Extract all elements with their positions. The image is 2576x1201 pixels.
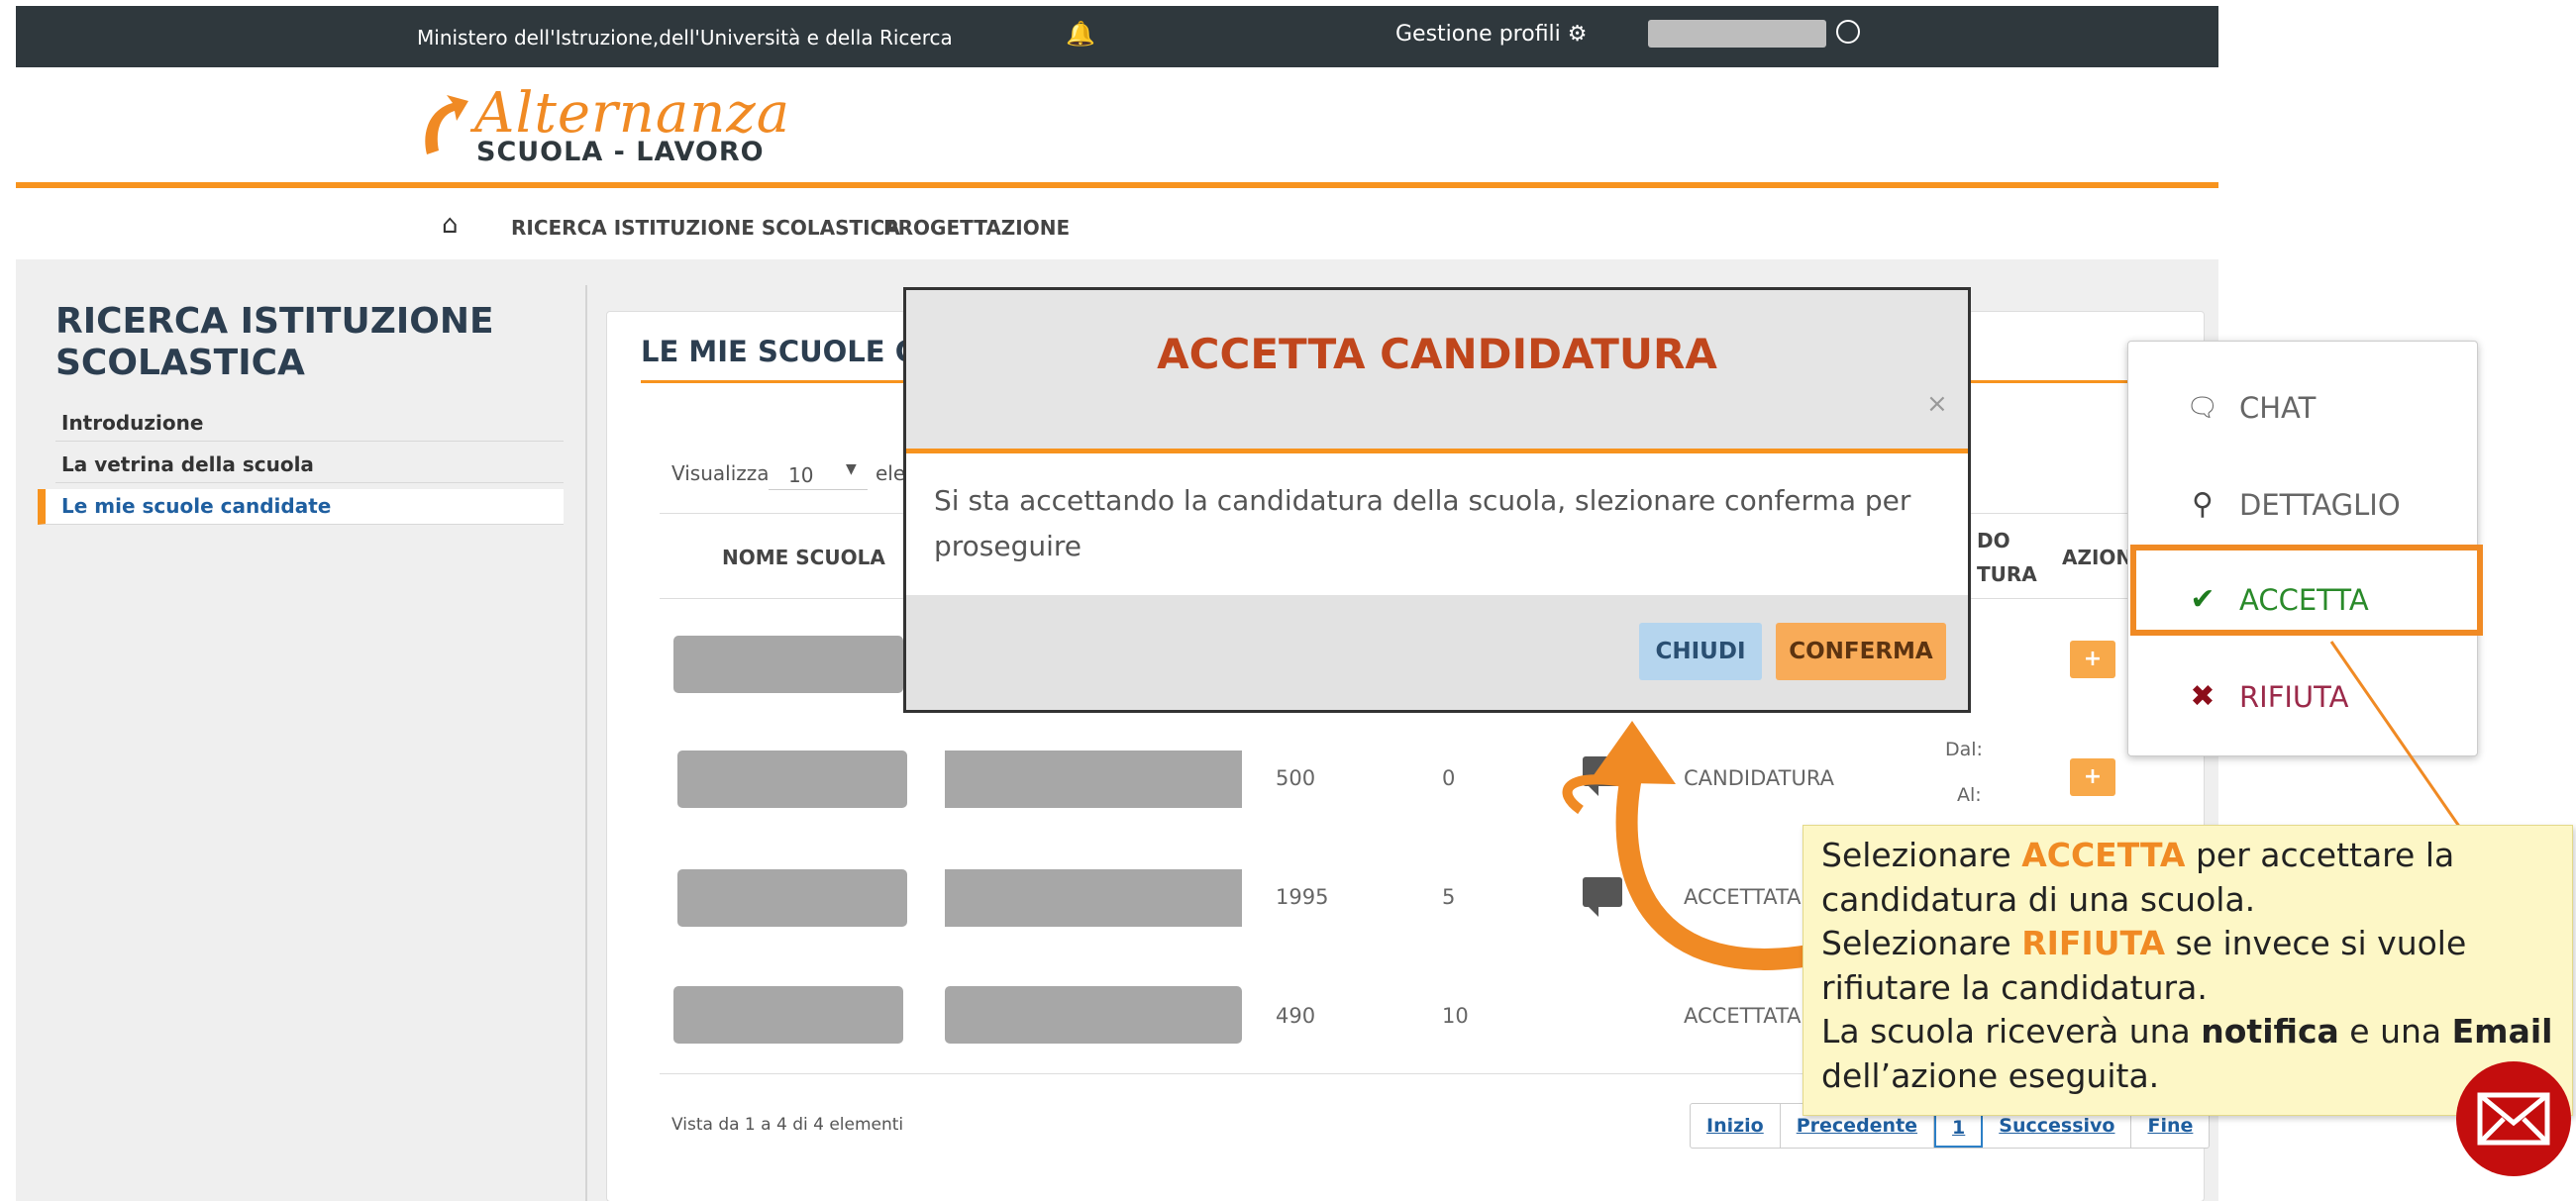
callout-email: Email — [2451, 1012, 2553, 1051]
mail-icon — [2456, 1061, 2571, 1176]
callout-text: Selezionare ACCETTA per accettare la can… — [1821, 834, 2564, 1099]
connector-line — [2329, 641, 2462, 829]
curved-arrow-icon — [1562, 721, 1845, 970]
callout-text-7: dell’azione eseguita. — [1821, 1055, 2160, 1095]
callout-notifica: notifica — [2201, 1012, 2339, 1051]
callout-rifiuta: RIFIUTA — [2021, 924, 2165, 963]
callout-text-5: La scuola riceverà una — [1821, 1012, 2202, 1051]
callout-text-3: Selezionare — [1821, 924, 2022, 963]
callout-accetta: ACCETTA — [2021, 836, 2186, 874]
callout-text-1: Selezionare — [1821, 836, 2022, 874]
callout-text-6: e una — [2338, 1012, 2452, 1051]
